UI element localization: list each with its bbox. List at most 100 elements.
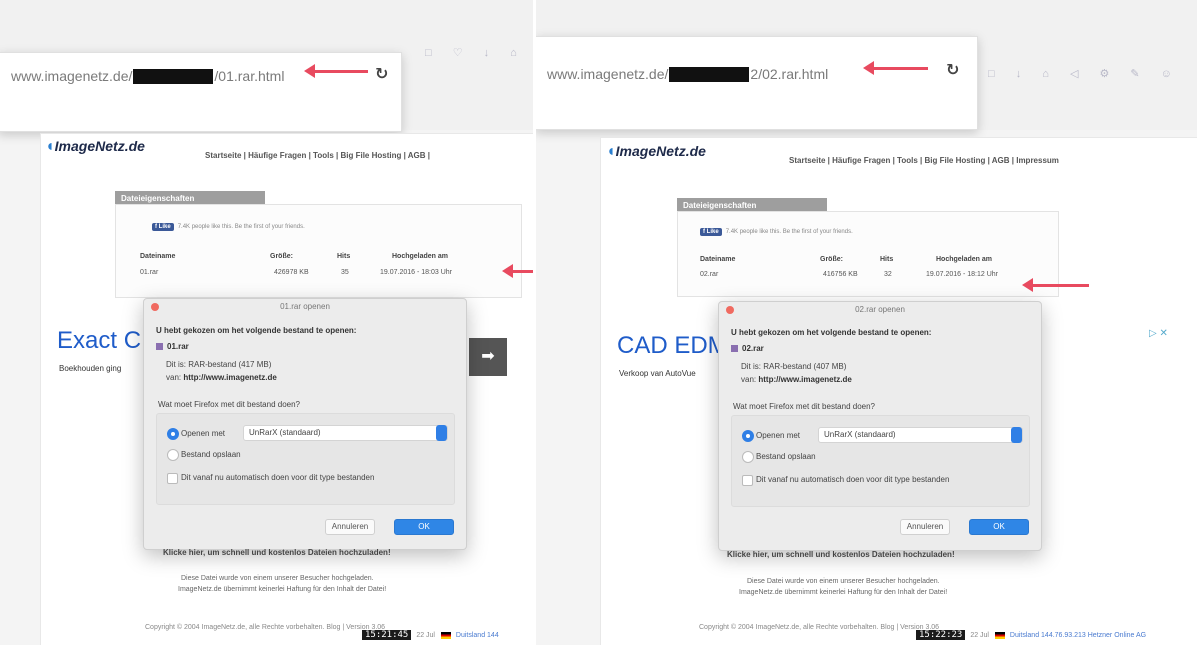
status-bar: 15:22:23 22 Jul Duitsland 144.76.93.213 … — [916, 630, 1146, 642]
dialog-ask: Wat moet Firefox met dit bestand doen? — [158, 400, 300, 409]
cell-size: 416756 KB — [823, 271, 858, 278]
cell-size: 426978 KB — [274, 269, 309, 276]
save-file-radio[interactable] — [742, 451, 754, 463]
clock: 15:22:23 — [916, 630, 966, 640]
from-value: http://www.imagenetz.de — [183, 373, 277, 382]
from-value: http://www.imagenetz.de — [758, 375, 852, 384]
save-file-label: Bestand opslaan — [756, 452, 816, 461]
filename-text: 02.rar — [742, 344, 764, 353]
type-label: Dit is: — [741, 362, 761, 371]
url-redaction — [133, 68, 214, 84]
save-file-label: Bestand opslaan — [181, 450, 241, 459]
select-value: UnRarX (standaard) — [824, 430, 896, 439]
col-filename: Dateiname — [140, 253, 176, 260]
cell-uploaded: 19.07.2016 - 18:12 Uhr — [926, 271, 998, 278]
file-table: Dateiname Größe: Hits Hochgeladen am 02.… — [678, 212, 1058, 296]
ad-title[interactable]: Exact C — [57, 327, 141, 355]
toolbar-icons[interactable]: □ ↓ ⌂ ◁ ⚙ ✎ ☺ — [988, 67, 1181, 80]
page-content: ◖ImageNetz.de Startseite | Häufige Frage… — [40, 133, 533, 645]
flag-icon — [440, 631, 451, 639]
archive-icon — [156, 343, 163, 351]
status-location[interactable]: Duitsland 144 — [456, 632, 499, 639]
dialog-titlebar: 02.rar openen — [719, 302, 1041, 318]
open-with-radio[interactable] — [742, 430, 754, 442]
toolbar-icons[interactable]: □ ♡ ↓ ⌂ ◁ ☺ — [425, 46, 533, 59]
ok-button[interactable]: OK — [394, 519, 454, 535]
col-size: Größe: — [270, 253, 293, 260]
dialog-titlebar: 01.rar openen — [144, 299, 466, 315]
archive-icon — [731, 345, 738, 353]
annotation-arrow-upload — [1022, 278, 1089, 292]
type-label: Dit is: — [166, 360, 186, 369]
site-logo[interactable]: ◖ImageNetz.de — [606, 143, 706, 161]
ad-subtitle[interactable]: Boekhouden ging — [59, 364, 121, 373]
col-uploaded: Hochgeladen am — [936, 256, 993, 263]
open-with-select[interactable]: UnRarX (standaard) — [818, 427, 1023, 443]
options-box: Openen met UnRarX (standaard) Bestand op… — [156, 413, 455, 505]
dialog-title: 02.rar openen — [855, 305, 905, 314]
logo-text: ImageNetz.de — [615, 143, 706, 159]
page-content: ◖ImageNetz.de Startseite | Häufige Frage… — [600, 137, 1197, 645]
col-filename: Dateiname — [700, 256, 736, 263]
url-path: 2/02.rar.html — [750, 66, 829, 83]
top-navigation[interactable]: Startseite | Häufige Fragen | Tools | Bi… — [789, 156, 1059, 165]
close-icon[interactable] — [151, 303, 159, 311]
col-uploaded: Hochgeladen am — [392, 253, 449, 260]
col-hits: Hits — [337, 253, 351, 260]
auto-checkbox[interactable] — [742, 475, 753, 486]
url-redaction — [669, 66, 750, 82]
dialog-ask: Wat moet Firefox met dit bestand doen? — [733, 402, 875, 411]
ad-next-arrow-icon[interactable]: ➡ — [469, 338, 507, 376]
url-bar[interactable]: www.imagenetz.de/ /01.rar.html ↻ — [0, 52, 402, 132]
footer-line-2: ImageNetz.de übernimmt keinerlei Haftung… — [739, 589, 948, 596]
open-with-radio[interactable] — [167, 428, 179, 440]
url-text[interactable]: www.imagenetz.de/2/02.rar.html — [547, 65, 828, 82]
file-source: van: http://www.imagenetz.de — [166, 373, 277, 382]
properties-box: f Like 7.4K people like this. Be the firs… — [677, 211, 1059, 297]
logo-swoosh-icon: ◖ — [45, 138, 55, 155]
dialog-filename: 01.rar — [156, 342, 189, 351]
upload-prompt[interactable]: Klicke hier, um schnell und kostenlos Da… — [727, 550, 955, 559]
url-bar[interactable]: www.imagenetz.de/2/02.rar.html ↻ — [536, 36, 978, 130]
save-file-radio[interactable] — [167, 449, 179, 461]
auto-label: Dit vanaf nu automatisch doen voor dit t… — [181, 473, 375, 482]
annotation-arrow-upload — [502, 264, 533, 278]
from-label: van: — [166, 373, 182, 382]
ad-title[interactable]: CAD EDM — [617, 332, 728, 360]
status-location[interactable]: Duitsland 144.76.93.213 Hetzner Online A… — [1010, 632, 1146, 639]
col-size: Größe: — [820, 256, 843, 263]
upload-prompt[interactable]: Klicke hier, um schnell und kostenlos Da… — [163, 548, 391, 557]
open-file-dialog: 02.rar openen U hebt gekozen om het volg… — [718, 301, 1042, 551]
file-source: van: http://www.imagenetz.de — [741, 375, 852, 384]
flag-icon — [994, 631, 1005, 639]
open-with-select[interactable]: UnRarX (standaard) — [243, 425, 448, 441]
close-icon[interactable] — [726, 306, 734, 314]
ad-subtitle[interactable]: Verkoop van AutoVue — [619, 369, 696, 378]
cell-hits: 32 — [884, 271, 892, 278]
reload-icon[interactable]: ↻ — [375, 64, 388, 84]
ok-button[interactable]: OK — [969, 519, 1029, 535]
annotation-arrow — [304, 64, 368, 78]
auto-checkbox[interactable] — [167, 473, 178, 484]
url-text[interactable]: www.imagenetz.de/ /01.rar.html — [11, 67, 284, 84]
col-hits: Hits — [880, 256, 894, 263]
select-value: UnRarX (standaard) — [249, 428, 321, 437]
reload-icon[interactable]: ↻ — [946, 60, 959, 80]
copyright: Copyright © 2004 ImageNetz.de, alle Rech… — [145, 624, 386, 631]
auto-label: Dit vanaf nu automatisch doen voor dit t… — [756, 475, 950, 484]
cancel-button[interactable]: Annuleren — [325, 519, 375, 535]
chevron-updown-icon[interactable] — [436, 425, 447, 441]
site-logo[interactable]: ◖ImageNetz.de — [45, 138, 145, 156]
chevron-updown-icon[interactable] — [1011, 427, 1022, 443]
options-box: Openen met UnRarX (standaard) Bestand op… — [731, 415, 1030, 507]
dialog-question: U hebt gekozen om het volgende bestand t… — [731, 328, 932, 337]
url-domain: www.imagenetz.de/ — [547, 66, 669, 83]
status-date: 22 Jul — [970, 631, 989, 639]
cell-filename: 01.rar — [140, 269, 159, 276]
file-table: Dateiname Größe: Hits Hochgeladen am 01.… — [116, 205, 521, 297]
ad-choices-close-icon[interactable]: ▷ ✕ — [1149, 328, 1168, 339]
from-label: van: — [741, 375, 757, 384]
footer-line-1: Diese Datei wurde von einem unserer Besu… — [747, 578, 940, 585]
top-navigation[interactable]: Startseite | Häufige Fragen | Tools | Bi… — [205, 151, 430, 160]
cancel-button[interactable]: Annuleren — [900, 519, 950, 535]
